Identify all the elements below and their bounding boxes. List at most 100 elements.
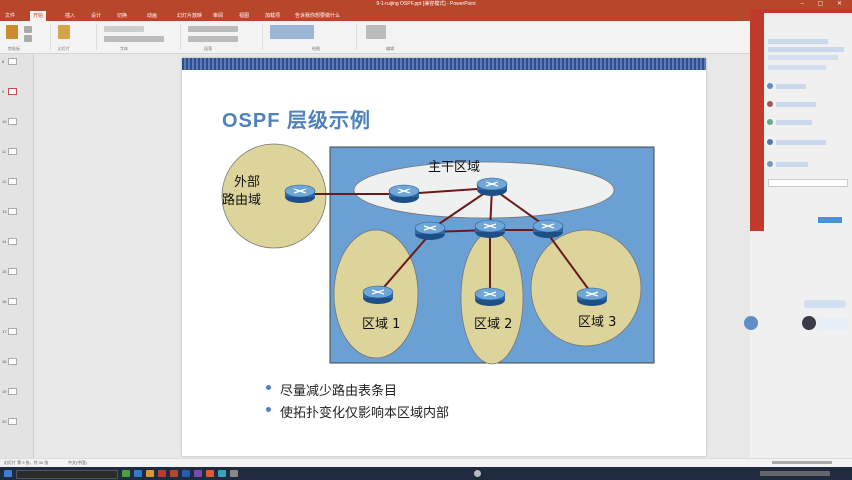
cut-icon[interactable] [24, 26, 32, 33]
slide-thumb[interactable]: 12 [2, 178, 30, 185]
slide-thumb[interactable]: 19 [2, 388, 30, 395]
alignment-buttons[interactable] [188, 36, 238, 42]
user-avatar [767, 139, 773, 145]
chat-message-line [768, 39, 828, 44]
tab-animations[interactable]: 动画 [144, 11, 160, 21]
slide-mini [8, 358, 17, 365]
user-avatar [767, 161, 773, 167]
app-icon[interactable] [206, 470, 214, 477]
external-label-line1: 外部 [234, 175, 260, 190]
app-icon[interactable] [182, 470, 190, 477]
zoom-slider[interactable] [772, 461, 832, 464]
slide-thumb[interactable]: 11 [2, 148, 30, 155]
slide-thumb[interactable]: 13 [2, 208, 30, 215]
tell-me-search[interactable]: 告诉我你想要做什么 [292, 11, 343, 21]
group-font: 字体 [120, 46, 128, 51]
app-icon[interactable] [122, 470, 130, 477]
slide-mini [8, 208, 17, 215]
router-icon [474, 287, 506, 307]
chat-message-line [776, 120, 812, 125]
external-label-line2: 路由域 [222, 192, 261, 208]
app-icon[interactable] [230, 470, 238, 477]
floating-camera-button[interactable] [802, 316, 816, 330]
ospf-diagram: 外部 路由域 主干区域 区域 1 区域 2 区域 3 [221, 143, 655, 365]
current-slide[interactable]: OSPF 层级示例 外部 路由域 主干区域 区域 1 区域 2 区域 3 尽量减… [182, 58, 706, 456]
user-avatar [767, 83, 773, 89]
tab-file[interactable]: 文件 [2, 11, 18, 21]
router-icon [474, 219, 506, 239]
ribbon: 剪贴板 幻灯片 字体 段落 绘图 编辑 [0, 21, 852, 54]
find-replace-icon[interactable] [366, 25, 386, 39]
slide-thumb[interactable]: 8 [2, 58, 30, 65]
tab-addins[interactable]: 加载项 [262, 11, 283, 21]
app-icon[interactable] [158, 470, 166, 477]
tab-insert[interactable]: 插入 [62, 11, 78, 21]
tab-view[interactable]: 视图 [236, 11, 252, 21]
window-controls[interactable]: – ▢ ✕ [801, 0, 848, 9]
router-icon [388, 184, 420, 204]
group-paragraph: 段落 [204, 46, 212, 51]
chat-side-panel [750, 9, 852, 458]
font-format-buttons[interactable] [104, 36, 164, 42]
tab-design[interactable]: 设计 [88, 11, 104, 21]
power-icon[interactable] [474, 470, 481, 477]
ribbon-separator [50, 24, 51, 50]
taskbar-search[interactable] [16, 470, 118, 479]
shapes-gallery[interactable] [270, 25, 314, 39]
slide-thumb[interactable]: 15 [2, 268, 30, 275]
slide-thumb[interactable]: 14 [2, 238, 30, 245]
panel-top-bar [750, 9, 852, 13]
chat-message-line [768, 47, 844, 52]
start-icon[interactable] [4, 470, 12, 477]
slide-counter: 幻灯片 第 9 张，共 30 张 [4, 460, 49, 465]
slide-thumb[interactable]: 16 [2, 298, 30, 305]
backbone-label: 主干区域 [428, 160, 480, 175]
tab-home[interactable]: 开始 [30, 11, 47, 21]
floating-chat-bubble[interactable] [818, 318, 848, 330]
tab-slideshow[interactable]: 幻灯片放映 [174, 11, 205, 21]
app-icon[interactable] [218, 470, 226, 477]
floating-avatar-button[interactable] [744, 316, 758, 330]
slide-mini [8, 58, 17, 65]
send-button[interactable] [818, 217, 842, 223]
chat-message-line [776, 84, 806, 89]
group-drawing: 绘图 [312, 46, 320, 51]
ribbon-separator [96, 24, 97, 50]
area1-label: 区域 1 [362, 317, 400, 332]
chat-input[interactable] [768, 179, 848, 187]
group-clipboard: 剪贴板 [8, 46, 20, 51]
router-icon [532, 219, 564, 239]
slide-thumb[interactable]: 18 [2, 358, 30, 365]
slide-thumb[interactable]: 10 [2, 118, 30, 125]
app-icon[interactable] [134, 470, 142, 477]
area2-label: 区域 2 [474, 317, 512, 332]
tab-transitions[interactable]: 切换 [114, 11, 130, 21]
slide-thumbnail-pane: 8 9 10 11 12 13 14 15 16 17 18 19 20 [0, 54, 34, 458]
paste-icon[interactable] [6, 25, 18, 39]
new-slide-icon[interactable] [58, 25, 70, 39]
floating-chat-bubble[interactable] [804, 300, 846, 308]
slide-thumb-current[interactable]: 9 [2, 88, 30, 95]
app-icon[interactable] [194, 470, 202, 477]
slide-thumb[interactable]: 20 [2, 418, 30, 425]
router-icon [362, 285, 394, 305]
slide-mini [8, 118, 17, 125]
user-avatar [767, 119, 773, 125]
paragraph-buttons[interactable] [188, 26, 238, 32]
system-tray[interactable] [760, 471, 830, 476]
ribbon-tabs: 文件 开始 插入 设计 切换 动画 幻灯片放映 审阅 视图 加载项 告诉我你想要… [0, 9, 852, 21]
folder-icon[interactable] [146, 470, 154, 477]
copy-icon[interactable] [24, 35, 32, 42]
user-avatar [767, 101, 773, 107]
bullet-item: 使拓扑变化仅影响本区域内部 [266, 402, 449, 424]
slide-mini [8, 148, 17, 155]
slide-mini [8, 268, 17, 275]
router-icon [284, 184, 316, 204]
ribbon-separator [356, 24, 357, 50]
powerpoint-icon[interactable] [170, 470, 178, 477]
bullet-item: 尽量减少路由表条目 [266, 380, 449, 402]
tab-review[interactable]: 审阅 [210, 11, 226, 21]
slide-thumb[interactable]: 17 [2, 328, 30, 335]
font-name-box[interactable] [104, 26, 144, 32]
language-indicator[interactable]: 中文(中国) [68, 460, 87, 466]
